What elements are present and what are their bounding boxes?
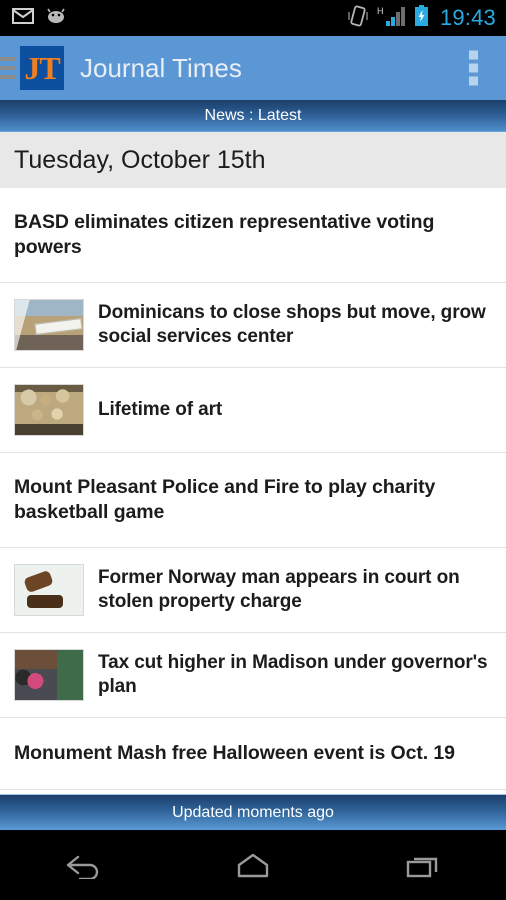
list-item[interactable]: Mount Pleasant Police and Fire to play c… <box>0 453 506 548</box>
article-list[interactable]: BASD eliminates citizen representative v… <box>0 188 506 790</box>
list-item[interactable]: BASD eliminates citizen representative v… <box>0 188 506 283</box>
section-bar-label: News : Latest <box>204 106 302 124</box>
list-item[interactable]: Monument Mash free Halloween event is Oc… <box>0 718 506 790</box>
action-bar: JT Journal Times <box>0 36 506 100</box>
article-headline: Mount Pleasant Police and Fire to play c… <box>14 475 436 523</box>
article-headline: Dominicans to close shops but move, grow… <box>98 301 486 347</box>
status-bar-system-icons: H 19:43 <box>348 4 496 32</box>
list-item[interactable]: Lifetime of art <box>0 368 506 453</box>
status-bar-notifications <box>12 7 67 29</box>
status-bar-clock: 19:43 <box>439 5 496 30</box>
svg-text:H: H <box>377 6 384 16</box>
article-headline: Tax cut higher in Madison under governor… <box>98 651 488 697</box>
article-thumbnail <box>14 383 84 436</box>
battery-charging-icon <box>414 4 429 32</box>
app-title: Journal Times <box>80 52 242 83</box>
android-robot-icon <box>45 8 67 28</box>
back-icon[interactable] <box>39 830 129 900</box>
mail-icon <box>12 7 34 29</box>
section-bar[interactable]: News : Latest <box>0 100 506 132</box>
list-item[interactable]: Tax cut higher in Madison under governor… <box>0 633 506 718</box>
date-header-label: Tuesday, October 15th <box>14 145 266 174</box>
phone-screen: H 19:43 JT Journal Times News: Latest T… <box>0 0 506 900</box>
update-status-bar[interactable]: Updated moments ago <box>0 794 506 830</box>
article-headline: BASD eliminates citizen representative v… <box>14 211 435 258</box>
list-item[interactable]: Dominicans to close shops but move, grow… <box>0 283 506 368</box>
date-header: Tuesday, October 15th <box>0 132 506 188</box>
app-logo[interactable]: JT <box>20 46 64 90</box>
signal-h-icon: H <box>377 5 405 32</box>
update-status-label: Updated moments ago <box>172 803 334 821</box>
overflow-menu-icon[interactable] <box>463 45 484 92</box>
article-thumbnail <box>14 648 84 701</box>
recents-icon[interactable] <box>377 830 467 900</box>
app-logo-text: JT <box>24 50 60 86</box>
home-icon[interactable] <box>208 830 298 900</box>
list-item[interactable]: Former Norway man appears in court on st… <box>0 548 506 633</box>
status-bar: H 19:43 <box>0 0 506 36</box>
article-headline: Monument Mash free Halloween event is Oc… <box>14 741 455 764</box>
article-thumbnail <box>14 563 84 616</box>
hamburger-menu-icon[interactable] <box>0 57 16 79</box>
android-navigation-bar <box>0 830 506 900</box>
article-thumbnail <box>14 298 84 351</box>
article-headline: Lifetime of art <box>98 398 223 420</box>
article-headline: Former Norway man appears in court on st… <box>98 566 460 612</box>
vibrate-icon <box>348 5 368 32</box>
